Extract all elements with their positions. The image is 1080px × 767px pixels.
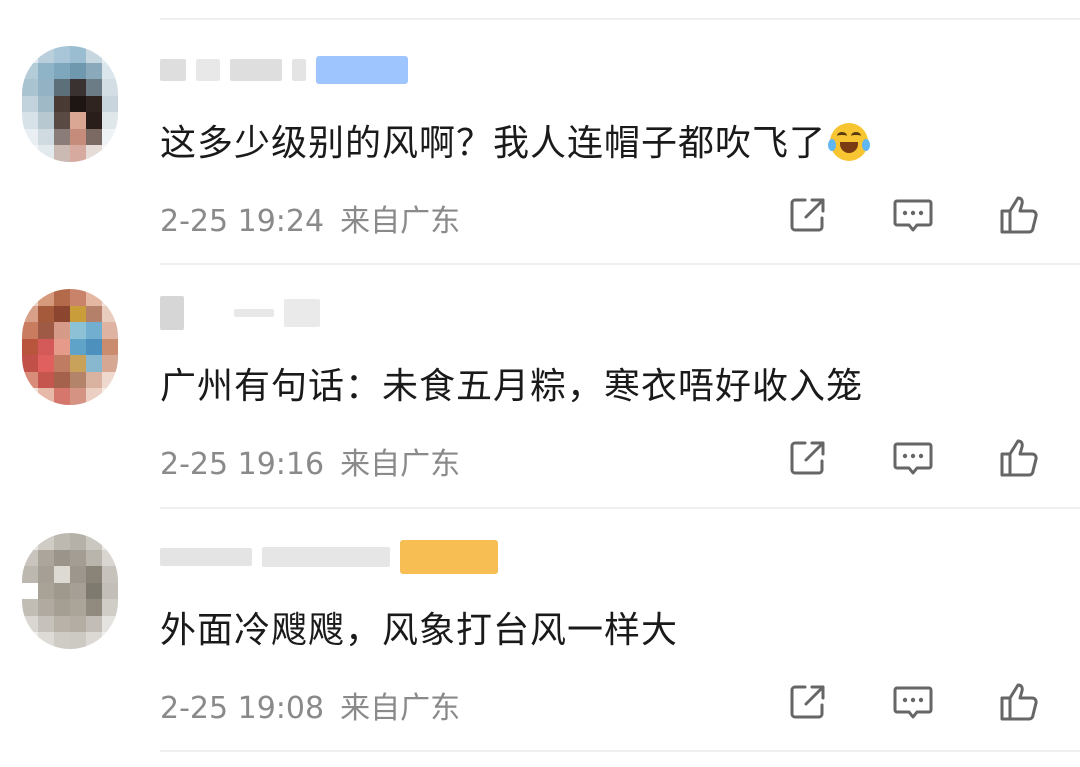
comment-location: 来自广东 — [340, 447, 461, 482]
bottom-divider — [160, 750, 1080, 752]
share-button[interactable] — [785, 435, 831, 481]
comment-item: 广州有句话：未食五月粽，寒衣唔好收入笼 2-25 19:16 来自广东 — [0, 265, 1080, 508]
like-button[interactable] — [997, 192, 1043, 238]
username-blurred — [160, 548, 252, 566]
comment-location: 来自广东 — [340, 691, 461, 726]
comment-text-content: 这多少级别的风啊？我人连帽子都吹飞了 — [160, 123, 827, 164]
comment-item: 这多少级别的风啊？我人连帽子都吹飞了 2-25 19:24 来自广东 — [0, 22, 1080, 265]
thumbs-up-icon — [1000, 683, 1038, 721]
username-row[interactable] — [160, 50, 408, 90]
comment-location: 来自广东 — [340, 204, 461, 239]
user-badge — [400, 540, 498, 574]
avatar[interactable] — [22, 533, 118, 649]
share-icon — [790, 198, 825, 232]
username-blurred — [284, 299, 320, 327]
comment-item: 外面冷飕飕，风象打台风一样大 2-25 19:08 来自广东 — [0, 509, 1080, 752]
username-blurred — [230, 59, 282, 81]
avatar[interactable] — [22, 46, 118, 162]
top-divider — [160, 18, 1080, 20]
like-button[interactable] — [997, 679, 1043, 725]
comment-meta: 2-25 19:08 来自广东 — [160, 683, 460, 727]
username-blurred — [160, 59, 186, 81]
comment-time: 2-25 19:24 — [160, 204, 325, 239]
username-blurred — [292, 59, 306, 81]
comment-icon — [893, 442, 933, 475]
comment-button[interactable] — [890, 192, 936, 238]
comment-text: 外面冷飕飕，风象打台风一样大 — [160, 610, 679, 651]
comment-button[interactable] — [890, 679, 936, 725]
share-icon — [790, 441, 825, 475]
comment-text: 广州有句话：未食五月粽，寒衣唔好收入笼 — [160, 366, 864, 407]
comment-meta: 2-25 19:24 来自广东 — [160, 196, 460, 240]
comment-button[interactable] — [890, 435, 936, 481]
user-badge — [316, 56, 408, 84]
like-button[interactable] — [997, 435, 1043, 481]
comment-icon — [893, 199, 933, 232]
username-row[interactable] — [160, 293, 320, 333]
share-button[interactable] — [785, 192, 831, 238]
comment-time: 2-25 19:08 — [160, 691, 325, 726]
thumbs-up-icon — [1000, 439, 1038, 477]
username-blurred — [196, 59, 220, 81]
username-blurred — [234, 309, 274, 317]
comment-time: 2-25 19:16 — [160, 447, 325, 482]
share-icon — [790, 685, 825, 719]
comment-text: 这多少级别的风啊？我人连帽子都吹飞了 — [160, 114, 871, 166]
username-blurred — [262, 547, 390, 567]
avatar[interactable] — [22, 289, 118, 405]
comment-icon — [893, 686, 933, 719]
thumbs-up-icon — [1000, 196, 1038, 234]
username-row[interactable] — [160, 537, 498, 577]
comment-meta: 2-25 19:16 来自广东 — [160, 439, 460, 483]
share-button[interactable] — [785, 679, 831, 725]
laughing-tears-emoji-icon — [828, 123, 871, 161]
username-blurred — [160, 296, 184, 330]
